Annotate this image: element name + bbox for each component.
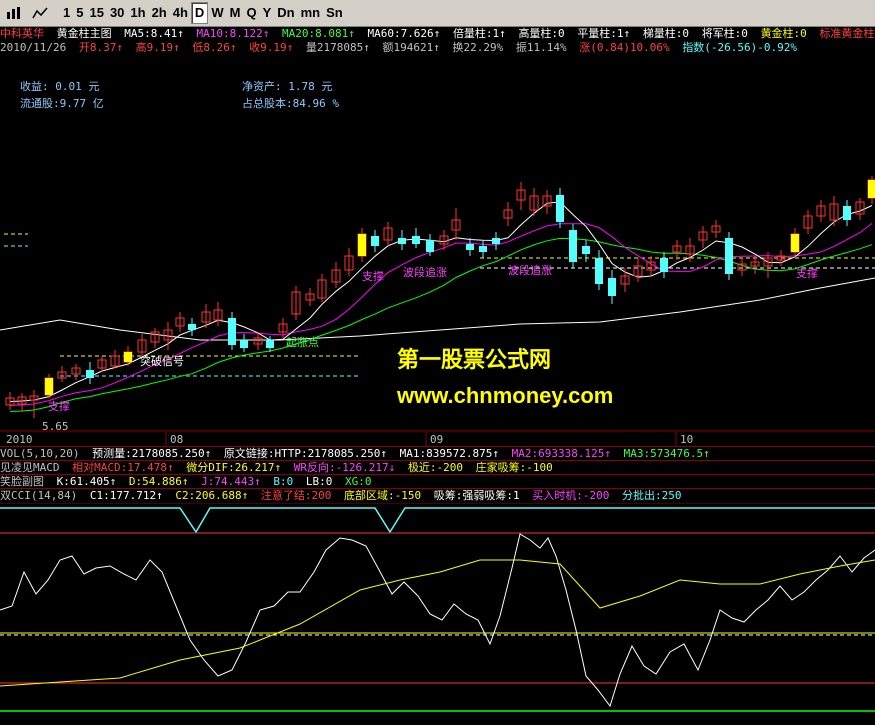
bei-value: 倍量柱:1↑: [452, 27, 506, 40]
quote-volume: 量2178085↑: [305, 41, 370, 54]
main-indicator-header: 中科英华 黄金柱主图 MA5:8.41↑ MA10:8.122↑ MA20:8.…: [0, 27, 875, 41]
gold-bar: [45, 378, 53, 395]
candle-body: [240, 340, 248, 348]
candle-body: [582, 246, 590, 254]
period-1h[interactable]: 1h: [127, 3, 148, 23]
macd-indicator-line[interactable]: 见凌见MACD 相对MACD:17.478↑ 微分DIF:26.217↑ WR反…: [0, 460, 875, 474]
period-1min[interactable]: 1: [60, 3, 73, 23]
candle-body: [569, 230, 577, 262]
candle-body: [466, 244, 474, 250]
watermark-url: www.chnmoney.com: [397, 383, 614, 408]
ma10-line: [9, 223, 873, 406]
candle-body: [608, 278, 616, 296]
candle-body: [398, 238, 406, 244]
trend-chase-label: 波段追涨: [403, 266, 447, 279]
indicator-name[interactable]: 黄金柱主图: [57, 27, 112, 40]
candle-body: [86, 370, 94, 378]
period-toolbar: 1 5 15 30 1h 2h 4h D W M Q Y Dn mn Sn: [0, 0, 875, 27]
candle-body: [371, 236, 379, 246]
gold-bar: [868, 180, 875, 198]
gold-bar: [358, 234, 366, 256]
gold-bar: [791, 234, 799, 252]
period-n-minutes[interactable]: mn: [298, 3, 324, 23]
period-15min[interactable]: 15: [86, 3, 106, 23]
candle-body: [595, 258, 603, 284]
candle-body: [412, 236, 420, 244]
candle-body: [188, 324, 196, 330]
chart-icon[interactable]: [2, 2, 26, 24]
candle-body: [556, 195, 564, 222]
candle-body: [479, 246, 487, 252]
ping-value: 平量柱:1↑: [577, 27, 631, 40]
period-n-days[interactable]: Dn: [274, 3, 297, 23]
price-chart[interactable]: [0, 56, 875, 432]
gold-bar: [124, 352, 132, 362]
candle-body: [266, 340, 274, 348]
cci-chart[interactable]: [0, 503, 875, 725]
quote-change: 涨(0.84)10.06%: [579, 41, 670, 54]
candle-body: [725, 238, 733, 274]
line-chart-icon[interactable]: [28, 2, 52, 24]
x-axis: [165, 432, 677, 446]
period-weekly[interactable]: W: [208, 3, 226, 23]
ti-value: 梯量柱:0: [642, 27, 690, 40]
period-2h[interactable]: 2h: [149, 3, 170, 23]
quote-date: 2010/11/26: [0, 41, 67, 54]
period-5min[interactable]: 5: [73, 3, 86, 23]
quote-high: 高9.19↑: [135, 41, 180, 54]
quote-low: 低8.26↑: [192, 41, 237, 54]
quote-turnover: 换22.29%: [452, 41, 504, 54]
quote-amount: 额194621↑: [382, 41, 440, 54]
ma60-value: MA60:7.626↑: [367, 27, 441, 40]
huang-value: 黄金柱:0: [760, 27, 807, 40]
ma60-line: [0, 277, 875, 341]
period-daily[interactable]: D: [190, 2, 209, 24]
gao-value: 高量柱:0: [518, 27, 565, 40]
breakout-signal-label: 突破信号: [140, 355, 184, 368]
quote-amplitude: 振11.14%: [515, 41, 567, 54]
biaozhun-value: 标准黄金柱:0: [819, 27, 875, 40]
ma20-value: MA20:8.081↑: [281, 27, 355, 40]
period-quarterly[interactable]: Q: [243, 3, 259, 23]
period-yearly[interactable]: Y: [260, 3, 275, 23]
ma10-value: MA10:8.122↑: [196, 27, 270, 40]
ma5-value: MA5:8.41↑: [124, 27, 184, 40]
watermark-title: 第一股票公式网: [397, 347, 552, 372]
quote-close: 收9.19↑: [249, 41, 294, 54]
period-30min[interactable]: 30: [107, 3, 127, 23]
jiang-value: 将军柱:0: [701, 27, 748, 40]
support-label: 支撑: [796, 267, 818, 280]
vol-indicator-line[interactable]: VOL(5,10,20) 预测量:2178085.250↑ 原文链接:HTTP:…: [0, 446, 875, 460]
quote-index: 指数(-26.56)-0.92%: [682, 41, 798, 54]
quote-line: 2010/11/26 开8.37↑ 高9.19↑ 低8.26↑ 收9.19↑ 量…: [0, 41, 797, 55]
cci2-line: [0, 559, 875, 687]
period-monthly[interactable]: M: [227, 3, 244, 23]
cci-indicator-line[interactable]: 双CCI(14,84) C1:177.712↑ C2:206.688↑ 注意了结…: [0, 488, 875, 502]
support-label: 支撑: [362, 270, 384, 283]
candle-body: [660, 258, 668, 272]
period-n-seconds[interactable]: Sn: [323, 3, 346, 23]
stock-name[interactable]: 中科英华: [0, 27, 44, 40]
trend-chase-label: 波段追涨: [508, 264, 552, 277]
quote-open: 开8.37↑: [78, 41, 123, 54]
cci1-line: [0, 533, 875, 708]
kdj-indicator-line[interactable]: 笑脸副图 K:61.405↑ D:54.886↑ J:74.443↑ B:0 L…: [0, 474, 875, 488]
candle-body: [843, 206, 851, 220]
candle-body: [228, 318, 236, 345]
candle-body: [426, 240, 434, 252]
period-4h[interactable]: 4h: [170, 3, 191, 23]
candle-body: [492, 238, 500, 244]
rise-start-label: 起涨点: [286, 336, 319, 349]
support-label: 支撑: [48, 400, 70, 413]
